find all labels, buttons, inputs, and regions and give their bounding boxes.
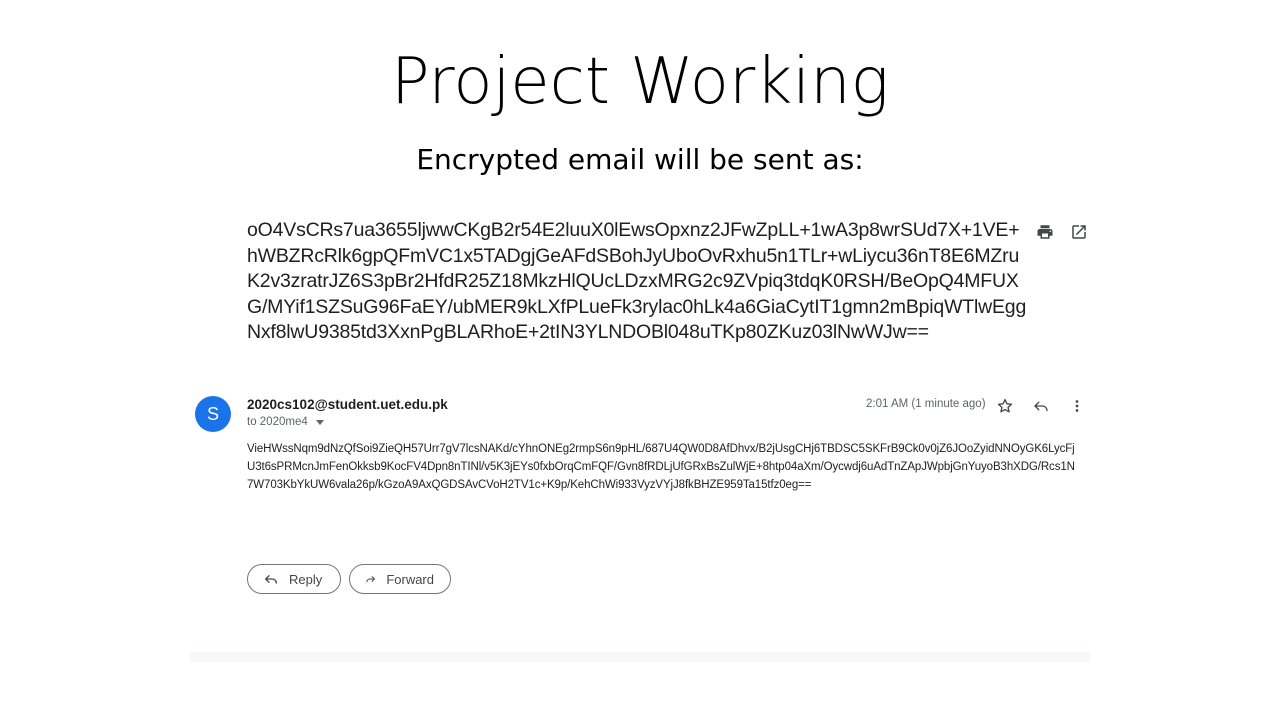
message-timestamp: 2:01 AM (1 minute ago) <box>866 398 986 410</box>
message-actions <box>995 396 1087 416</box>
email-body: VieHWssNqm9dNzQfSoi9ZieQH57Urr7gV7lcsNAK… <box>247 443 1075 491</box>
slide-title: Project Working <box>390 45 890 119</box>
chevron-down-icon[interactable] <box>315 419 324 425</box>
star-icon[interactable] <box>995 396 1015 416</box>
email-subject: oO4VsCRs7ua3655ljwwCKgB2r54E2luuX0lEwsOp… <box>247 219 1027 343</box>
forward-button-label: Forward <box>386 571 434 587</box>
open-in-new-icon[interactable] <box>1069 222 1089 242</box>
recipient-line[interactable]: to 2020me4 <box>247 416 324 428</box>
print-icon[interactable] <box>1035 222 1055 242</box>
recipient-text: to 2020me4 <box>247 416 308 428</box>
email-view: oO4VsCRs7ua3655ljwwCKgB2r54E2luuX0lEwsOp… <box>190 200 1090 662</box>
reply-icon <box>265 575 277 584</box>
reply-button-label: Reply <box>289 571 323 587</box>
forward-icon <box>366 576 375 583</box>
more-vert-icon[interactable] <box>1067 396 1087 416</box>
reply-button[interactable]: Reply <box>247 564 341 594</box>
sender-email[interactable]: 2020cs102@student.uet.edu.pk <box>247 397 448 412</box>
slide-subtitle: Encrypted email will be sent as: <box>416 143 864 176</box>
reply-icon[interactable] <box>1031 396 1051 416</box>
avatar[interactable]: S <box>195 396 231 432</box>
pane-bottom-strip <box>190 652 1090 662</box>
forward-button[interactable]: Forward <box>349 564 451 594</box>
subject-actions <box>1035 222 1089 242</box>
